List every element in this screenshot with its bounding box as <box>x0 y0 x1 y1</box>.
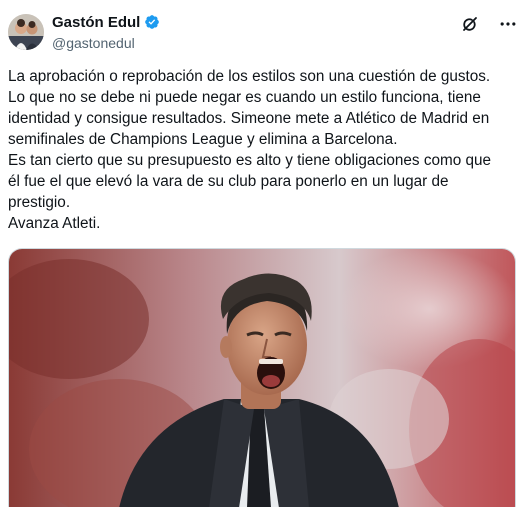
author-name-row: Gastón Edul <box>52 14 160 30</box>
tweet-text-line: Avanza Atleti. <box>8 215 101 232</box>
more-options-icon-glyph <box>500 22 516 26</box>
header-actions <box>460 14 518 34</box>
tweet-media-photo[interactable] <box>8 248 516 507</box>
tweet-text-line: Es tan cierto que su presupuesto es alto… <box>8 152 492 169</box>
man-shouting-photo <box>9 249 515 507</box>
tweet-text-line: La aprobación o reprobación de los estil… <box>8 68 491 85</box>
tweet-text-line: identidad y consigue resultados. Simeone… <box>8 110 490 127</box>
profile-photo <box>8 14 44 50</box>
grok-icon[interactable] <box>460 14 480 34</box>
tweet-text-line: él fue el que elevó la vara de su club p… <box>8 173 449 190</box>
author-handle[interactable]: @gastonedul <box>52 36 160 50</box>
author-display-name[interactable]: Gastón Edul <box>52 15 140 30</box>
grok-icon-glyph <box>463 17 477 31</box>
tweet-text-line: prestigio. <box>8 194 71 211</box>
author-info: Gastón Edul @gastonedul <box>52 12 160 50</box>
verified-badge-icon[interactable] <box>144 14 160 30</box>
tweet-text: La aprobación o reprobación de los estil… <box>8 66 520 234</box>
tweet-text-line: semifinales de Champions League y elimin… <box>8 131 398 148</box>
author-avatar[interactable] <box>8 14 44 50</box>
tweet-text-line: Lo que no se debe ni puede negar es cuan… <box>8 89 481 106</box>
tweet-header: Gastón Edul @gastonedul <box>8 12 518 56</box>
more-options-icon[interactable] <box>498 14 518 34</box>
